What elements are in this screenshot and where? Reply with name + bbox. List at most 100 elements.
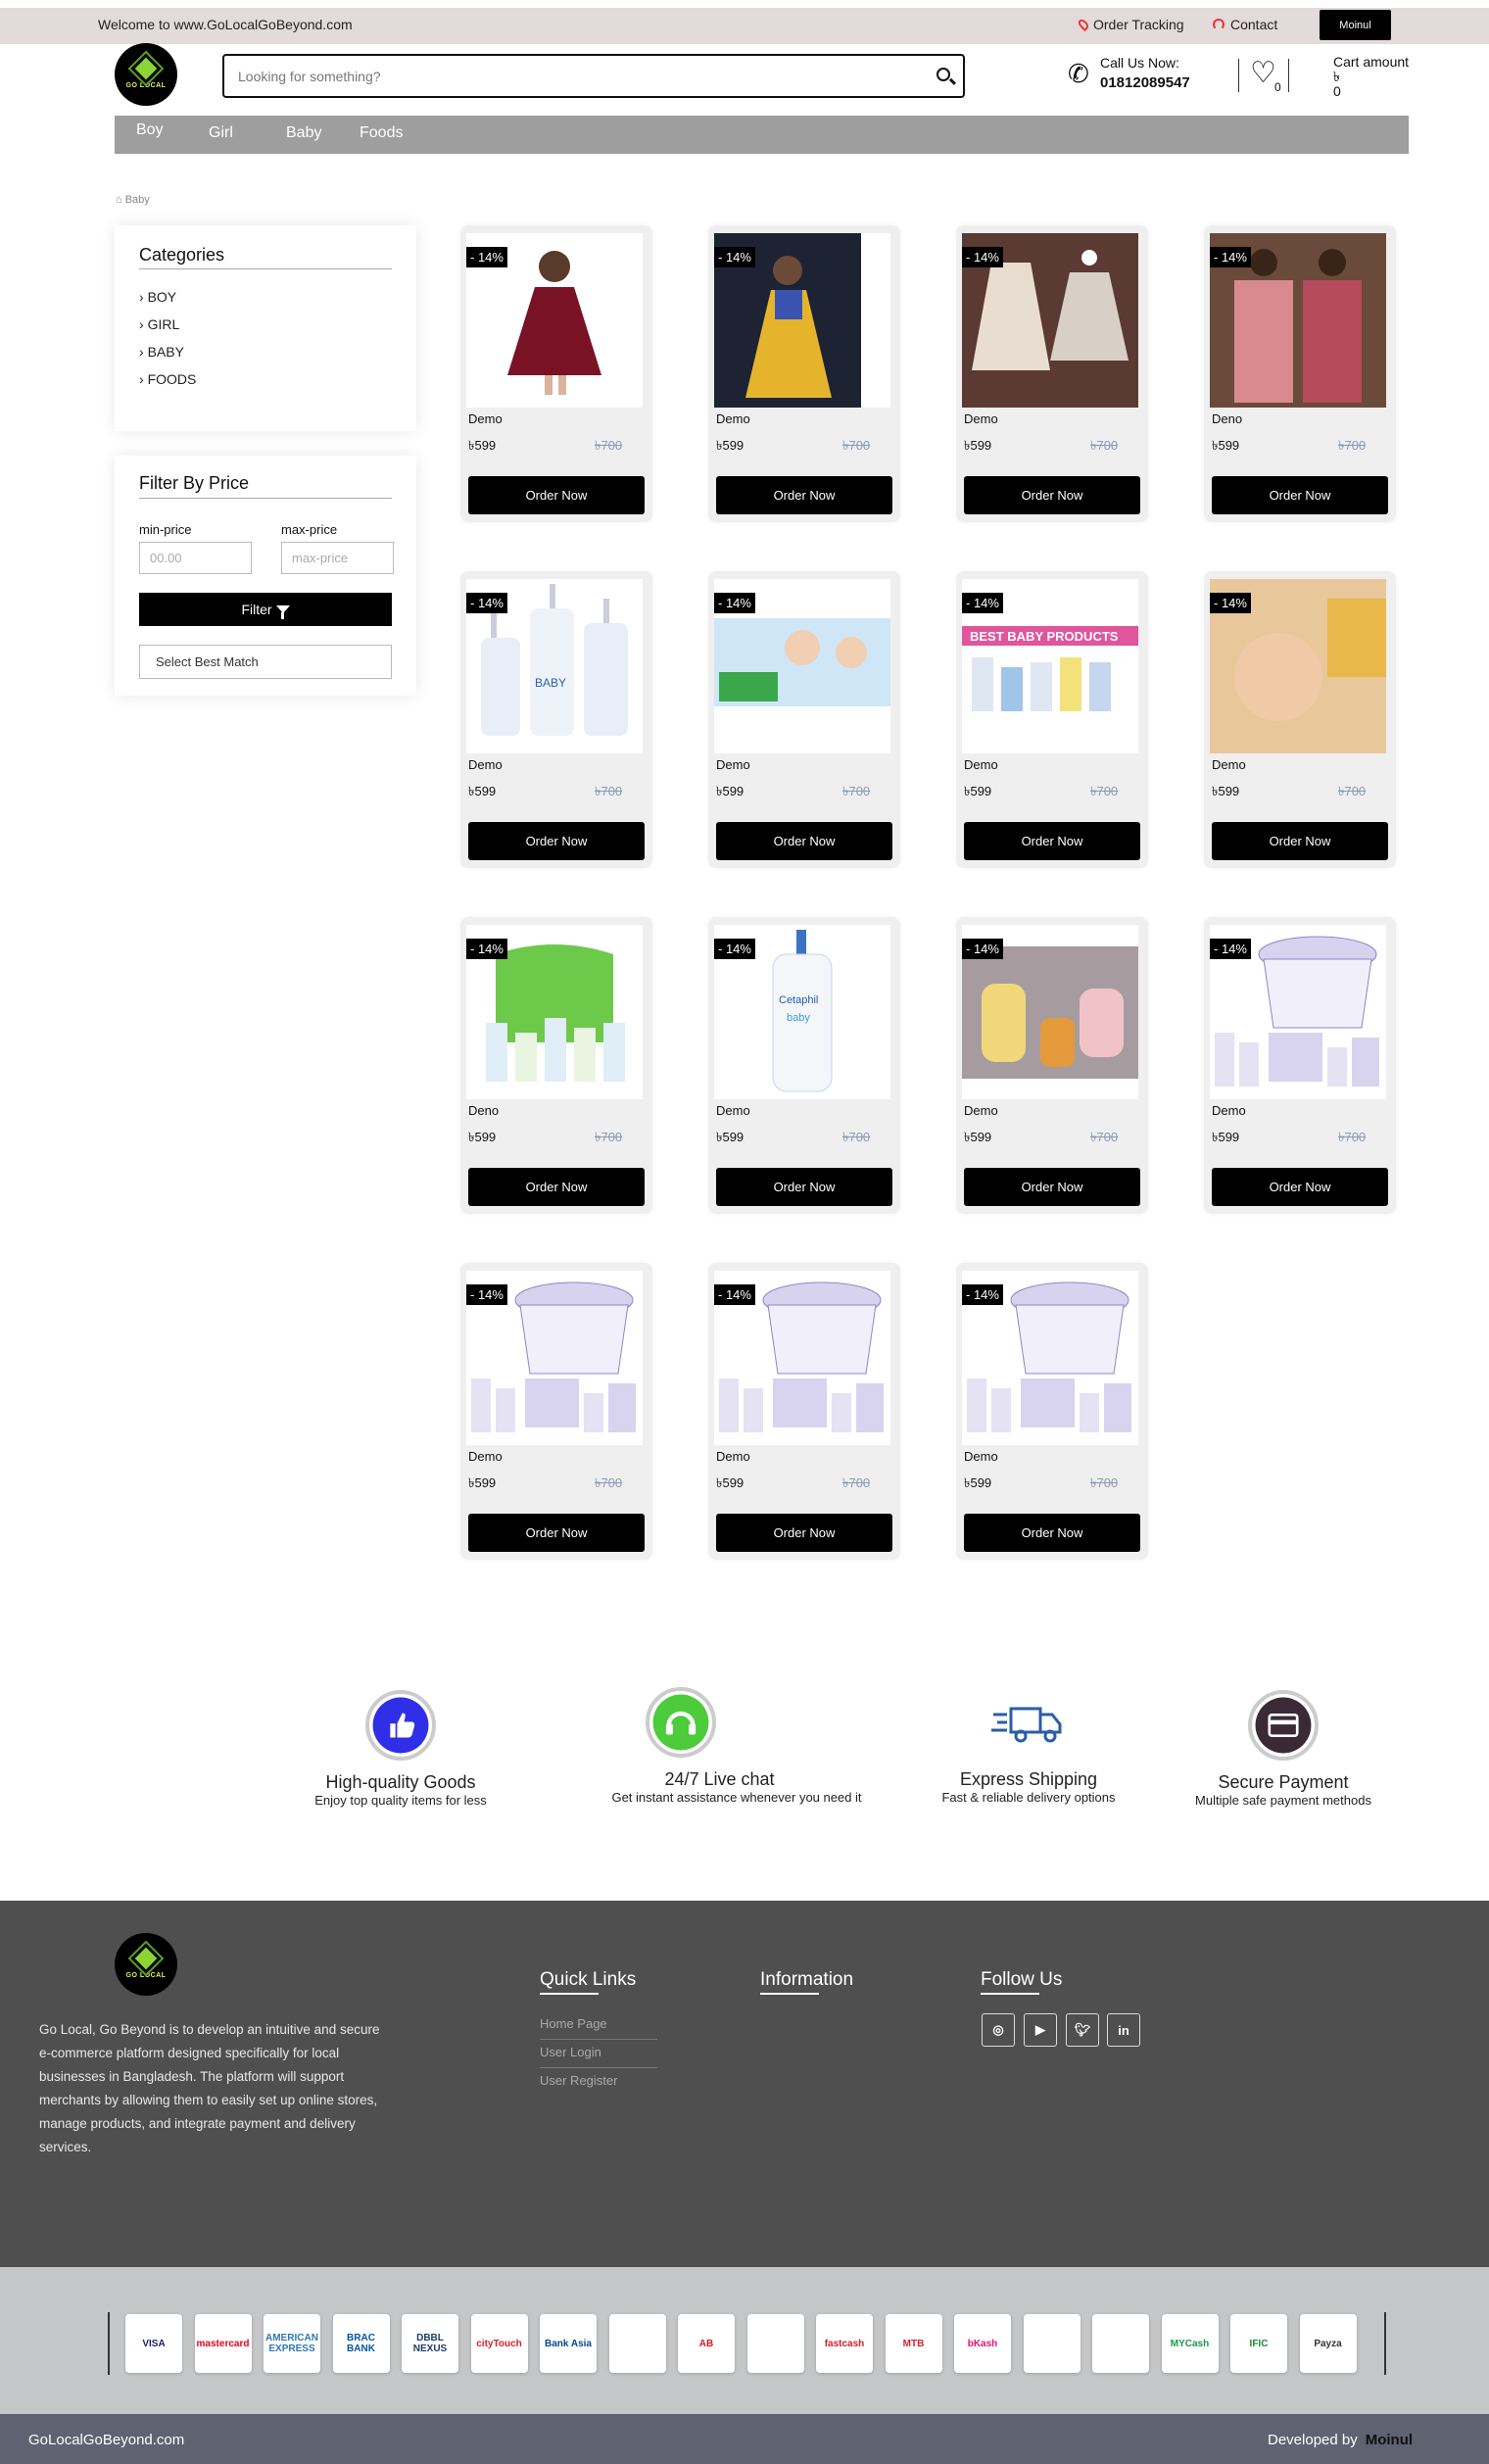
product-card[interactable]: - 14% Demo ৳599 ৳700 Order Now	[460, 225, 652, 522]
product-old-price: ৳700	[842, 1130, 871, 1144]
category-item-foods[interactable]: › FOODS	[139, 371, 196, 387]
site-name[interactable]: GoLocalGoBeyond.com	[28, 2432, 184, 2448]
site-logo[interactable]: GO LOCAL	[115, 43, 177, 106]
order-now-button[interactable]: Order Now	[716, 1514, 892, 1552]
footer-logo[interactable]: GO LOCAL	[115, 1933, 177, 1996]
product-price: ৳599	[964, 1475, 992, 1490]
product-price: ৳599	[1212, 1130, 1240, 1144]
product-name[interactable]: Demo	[468, 411, 503, 426]
product-card[interactable]: BABY - 14% Demo ৳599 ৳700 Order Now	[460, 571, 652, 868]
product-name[interactable]: Demo	[468, 757, 503, 772]
category-item-boy[interactable]: › BOY	[139, 289, 176, 305]
feature-live-chat: 24/7 Live chat Get instant assistance wh…	[590, 1687, 884, 1805]
nav-item-foods[interactable]: Foods	[360, 124, 403, 142]
user-account-button[interactable]: Moinul	[1320, 10, 1391, 40]
nav-item-girl[interactable]: Girl	[209, 124, 233, 142]
instagram-icon[interactable]: ◎	[982, 2013, 1015, 2047]
product-name[interactable]: Demo	[716, 1103, 750, 1118]
wishlist-button[interactable]: ♡ 0	[1248, 57, 1287, 96]
order-tracking-label: Order Tracking	[1093, 17, 1184, 32]
payment-logo-label: cityTouch	[476, 2338, 522, 2349]
product-card[interactable]: - 14% Demo ৳599 ৳700 Order Now	[956, 917, 1148, 1214]
order-now-button[interactable]: Order Now	[964, 822, 1140, 860]
category-item-girl[interactable]: › GIRL	[139, 316, 179, 332]
order-now-button[interactable]: Order Now	[468, 1168, 645, 1206]
cart-button[interactable]: Cart amount ৳ 0	[1333, 55, 1409, 99]
home-icon[interactable]: ⌂	[116, 194, 122, 206]
product-name[interactable]: Demo	[468, 1449, 503, 1464]
product-name[interactable]: Demo	[964, 411, 998, 426]
product-old-price: ৳700	[1338, 438, 1367, 453]
filter-button[interactable]: Filter	[139, 593, 392, 626]
order-now-button[interactable]: Order Now	[1212, 476, 1388, 514]
category-label: BABY	[147, 344, 184, 360]
quick-link-home[interactable]: Home Page	[540, 2016, 657, 2040]
order-now-button[interactable]: Order Now	[716, 822, 892, 860]
quick-link-login[interactable]: User Login	[540, 2045, 657, 2068]
product-old-price: ৳700	[1090, 784, 1119, 798]
order-now-button[interactable]: Order Now	[964, 1514, 1140, 1552]
product-card[interactable]: - 14% Demo ৳599 ৳700 Order Now	[460, 1263, 652, 1560]
category-label: GIRL	[147, 316, 180, 332]
min-price-input[interactable]	[139, 542, 252, 574]
max-price-input[interactable]	[281, 542, 394, 574]
phone-number[interactable]: 01812089547	[1100, 74, 1190, 91]
payment-logo: IFIC	[1230, 2314, 1287, 2373]
product-old-price: ৳700	[842, 1475, 871, 1490]
nav-item-baby[interactable]: Baby	[286, 124, 321, 142]
product-name[interactable]: Demo	[716, 1449, 750, 1464]
order-now-button[interactable]: Order Now	[1212, 1168, 1388, 1206]
product-card[interactable]: - 14% Deno ৳599 ৳700 Order Now	[460, 917, 652, 1214]
quick-link-register[interactable]: User Register	[540, 2073, 657, 2096]
product-card[interactable]: - 14% Demo ৳599 ৳700 Order Now	[1204, 917, 1396, 1214]
nav-item-boy[interactable]: Boy	[136, 121, 164, 139]
cart-amount: 0	[1333, 83, 1341, 99]
order-now-button[interactable]: Order Now	[716, 1168, 892, 1206]
payment-logo: fastcash	[816, 2314, 873, 2373]
order-now-button[interactable]: Order Now	[468, 1514, 645, 1552]
product-card[interactable]: - 14% Demo ৳599 ৳700 Order Now	[956, 225, 1148, 522]
contact-link[interactable]: Contact	[1213, 17, 1277, 32]
linkedin-icon[interactable]: in	[1107, 2013, 1140, 2047]
product-card[interactable]: - 14% Demo ৳599 ৳700 Order Now	[708, 571, 900, 868]
product-card[interactable]: - 14% Demo ৳599 ৳700 Order Now	[708, 1263, 900, 1560]
category-label: FOODS	[147, 371, 197, 387]
category-item-baby[interactable]: › BABY	[139, 344, 184, 360]
product-name[interactable]: Demo	[716, 411, 750, 426]
product-name[interactable]: Deno	[468, 1103, 499, 1118]
order-now-button[interactable]: Order Now	[716, 476, 892, 514]
product-card[interactable]: - 14% Deno ৳599 ৳700 Order Now	[1204, 225, 1396, 522]
order-now-button[interactable]: Order Now	[964, 1168, 1140, 1206]
search-input[interactable]	[238, 66, 904, 87]
product-price: ৳599	[1212, 784, 1240, 798]
product-card[interactable]: - 14% Demo ৳599 ৳700 Order Now	[956, 1263, 1148, 1560]
developer-name[interactable]: Moinul	[1366, 2432, 1413, 2448]
order-now-button[interactable]: Order Now	[1212, 822, 1388, 860]
product-name[interactable]: Demo	[964, 1449, 998, 1464]
product-name[interactable]: Demo	[1212, 1103, 1246, 1118]
developed-by-label: Developed by	[1268, 2432, 1358, 2448]
youtube-icon[interactable]: ▶	[1024, 2013, 1057, 2047]
order-now-button[interactable]: Order Now	[964, 476, 1140, 514]
product-name[interactable]: Demo	[1212, 757, 1246, 772]
product-name[interactable]: Deno	[1212, 411, 1242, 426]
discount-badge: - 14%	[714, 247, 755, 267]
twitter-icon[interactable]: 🐦︎	[1066, 2013, 1099, 2047]
footer: GO LOCAL Go Local, Go Beyond is to devel…	[0, 1901, 1489, 2267]
product-card[interactable]: - 14% Demo ৳599 ৳700 Order Now	[708, 225, 900, 522]
order-now-button[interactable]: Order Now	[468, 476, 645, 514]
product-card[interactable]: BEST BABY PRODUCTS - 14% Demo ৳599 ৳700 Order…	[956, 571, 1148, 868]
order-now-button[interactable]: Order Now	[468, 822, 645, 860]
search-icon[interactable]	[937, 68, 950, 81]
product-card[interactable]: Cetaphil baby - 14% Demo ৳599 ৳700 Order Now	[708, 917, 900, 1214]
product-card[interactable]: - 14% Demo ৳599 ৳700 Order Now	[1204, 571, 1396, 868]
product-name[interactable]: Demo	[964, 1103, 998, 1118]
product-name[interactable]: Demo	[964, 757, 998, 772]
payment-logo-label: AMERICAN EXPRESS	[265, 2333, 318, 2354]
product-name[interactable]: Demo	[716, 757, 750, 772]
discount-badge: - 14%	[962, 593, 1003, 613]
payment-logo-label: mastercard	[196, 2338, 250, 2349]
breadcrumb-current: Baby	[124, 194, 150, 206]
sort-select[interactable]: Select Best Match	[139, 645, 392, 679]
order-tracking-link[interactable]: Order Tracking	[1076, 17, 1184, 32]
